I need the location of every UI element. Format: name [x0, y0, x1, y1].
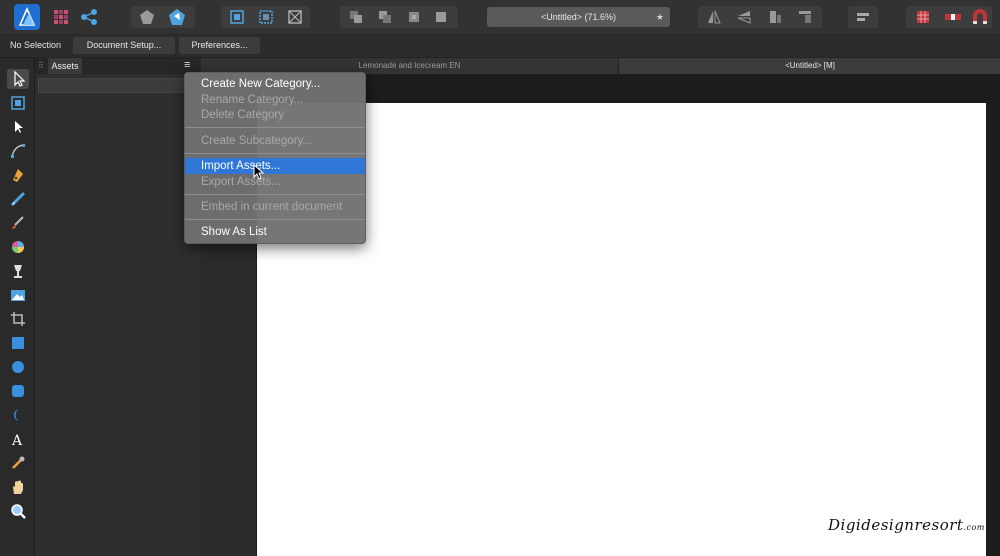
menu-item-show-as-list[interactable]: Show As List	[185, 224, 365, 240]
transform-icon[interactable]	[287, 9, 303, 25]
rotate-left-icon[interactable]	[767, 9, 783, 25]
document-title-text: <Untitled> (71.6%)	[540, 12, 617, 22]
place-image-tool-icon[interactable]	[9, 286, 27, 304]
rotate-right-icon[interactable]	[797, 9, 813, 25]
fill-tool-icon[interactable]	[9, 238, 27, 256]
text-tool-icon[interactable]: A	[9, 430, 27, 449]
move-tool-icon[interactable]	[7, 69, 29, 89]
crescent-tool-icon[interactable]	[9, 406, 27, 424]
geometry-tool-icon[interactable]	[168, 8, 186, 26]
snap-box-icon[interactable]	[258, 9, 274, 25]
mouse-cursor-icon	[253, 163, 265, 185]
menu-item-rename-category[interactable]: Rename Category...	[185, 92, 365, 108]
assets-menu-icon[interactable]: ≡	[184, 59, 190, 71]
menu-item-delete-category[interactable]: Delete Category	[185, 107, 365, 123]
menu-item-import-assets[interactable]: Import Assets...	[185, 158, 365, 174]
shape-builder-icon[interactable]	[139, 9, 155, 25]
menu-item-embed-in-document[interactable]: Embed in current document	[185, 199, 365, 215]
move-to-front-icon[interactable]	[433, 9, 449, 25]
document-title[interactable]: <Untitled> (71.6%) ★	[487, 7, 670, 27]
rectangle-tool-icon[interactable]	[9, 334, 27, 352]
menu-separator	[185, 194, 365, 195]
vector-brush-tool-icon[interactable]	[9, 214, 27, 232]
pixel-persona-icon[interactable]	[52, 8, 70, 26]
transparency-tool-icon[interactable]	[9, 262, 27, 280]
move-back-icon[interactable]	[377, 9, 393, 25]
snap-options-icon[interactable]	[944, 10, 962, 24]
star-icon: ★	[655, 12, 664, 22]
color-picker-tool-icon[interactable]	[9, 454, 27, 472]
watermark-suffix: .com	[963, 523, 985, 532]
view-tool-hand-icon[interactable]	[9, 478, 27, 496]
flip-horizontal-icon[interactable]	[706, 9, 722, 25]
document-setup-button[interactable]: Document Setup...	[73, 37, 175, 54]
ellipse-tool-icon[interactable]	[9, 358, 27, 376]
export-persona-icon[interactable]	[80, 8, 98, 26]
affinity-designer-logo-icon[interactable]	[14, 4, 40, 30]
move-to-back-icon[interactable]	[348, 9, 364, 25]
pencil-tool-icon[interactable]	[9, 190, 27, 208]
snapping-magnet-icon[interactable]	[971, 8, 989, 26]
menu-separator	[185, 127, 365, 128]
menu-item-export-assets[interactable]: Export Assets...	[185, 174, 365, 190]
selection-status: No Selection	[10, 40, 62, 50]
flip-vertical-icon[interactable]	[736, 9, 752, 25]
preferences-button[interactable]: Preferences...	[179, 37, 260, 54]
watermark: Digidesignresort.com	[828, 516, 985, 534]
point-transform-tool-icon[interactable]	[9, 142, 27, 160]
assets-category-selector[interactable]	[38, 78, 188, 93]
assets-dropdown-menu: Create New Category... Rename Category..…	[184, 72, 366, 244]
artboard-tool-icon[interactable]	[9, 94, 27, 112]
crop-tool-icon[interactable]	[9, 310, 27, 328]
menu-item-create-new-category[interactable]: Create New Category...	[185, 76, 365, 92]
menu-item-create-subcategory[interactable]: Create Subcategory...	[185, 133, 365, 149]
menu-separator	[185, 153, 365, 154]
panel-grip-icon[interactable]: ⠿	[38, 61, 44, 70]
svg-text:A: A	[11, 433, 23, 448]
align-icon[interactable]	[855, 9, 871, 25]
watermark-text: Digidesignresort	[828, 516, 964, 534]
tab-assets[interactable]: Assets	[48, 58, 82, 74]
align-box-icon[interactable]	[229, 9, 245, 25]
rounded-rectangle-tool-icon[interactable]	[9, 382, 27, 400]
menu-separator	[185, 219, 365, 220]
document-tab-untitled[interactable]: <Untitled> [M]	[618, 58, 1000, 74]
assets-panel	[35, 58, 201, 556]
move-forward-icon[interactable]	[406, 9, 422, 25]
node-tool-icon[interactable]	[9, 118, 27, 136]
zoom-tool-icon[interactable]	[9, 502, 27, 520]
grid-icon[interactable]	[915, 9, 931, 25]
pen-tool-icon[interactable]	[9, 166, 27, 184]
artboard[interactable]	[257, 103, 986, 556]
